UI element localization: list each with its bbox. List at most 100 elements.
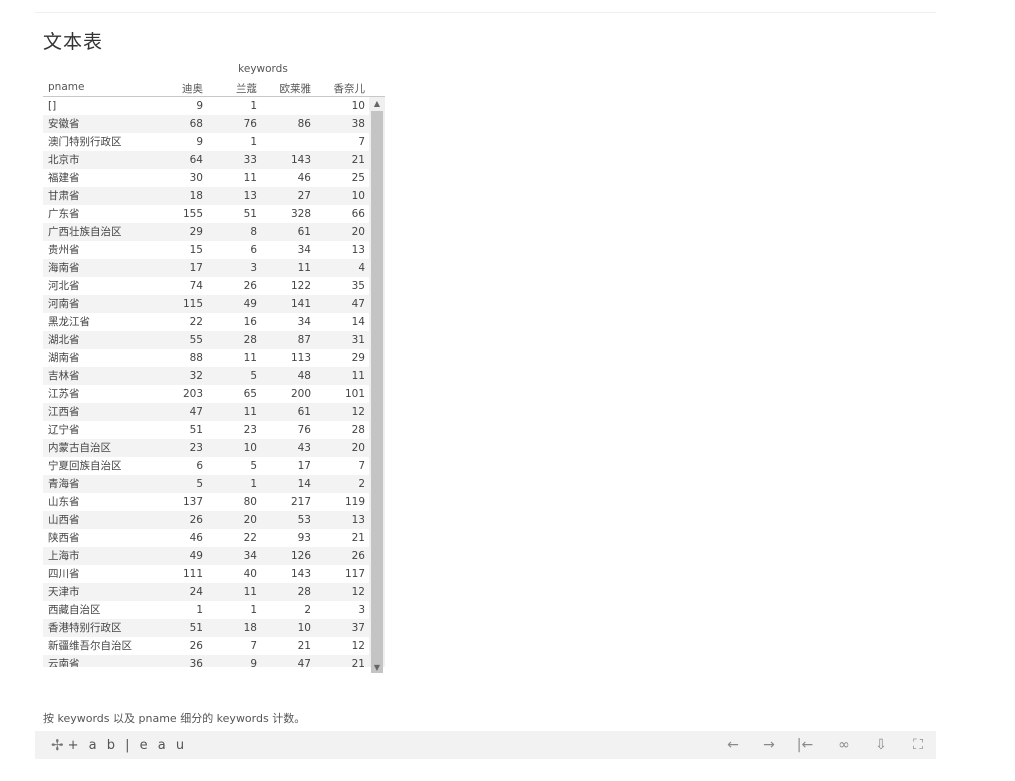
cell-dior: 47 bbox=[189, 406, 203, 418]
table-row[interactable]: 甘肃省 18 13 27 10 bbox=[43, 187, 369, 205]
table-row[interactable]: 福建省 30 11 46 25 bbox=[43, 169, 369, 187]
cell-lancome: 7 bbox=[250, 640, 257, 652]
table-row[interactable]: 青海省 5 1 14 2 bbox=[43, 475, 369, 493]
cell-dior: 29 bbox=[189, 226, 203, 238]
table-row[interactable]: 安徽省 68 76 86 38 bbox=[43, 115, 369, 133]
cell-dior: 115 bbox=[182, 298, 203, 310]
cell-loreal: 17 bbox=[297, 460, 311, 472]
cell-loreal: 93 bbox=[297, 532, 311, 544]
cell-loreal: 200 bbox=[290, 388, 311, 400]
cell-loreal: 87 bbox=[297, 334, 311, 346]
table-row[interactable]: 内蒙古自治区 23 10 43 20 bbox=[43, 439, 369, 457]
cell-pname: 北京市 bbox=[48, 154, 80, 166]
table-row[interactable]: 湖南省 88 11 113 29 bbox=[43, 349, 369, 367]
cell-chanel: 20 bbox=[351, 226, 365, 238]
table-row[interactable]: 山东省 137 80 217 119 bbox=[43, 493, 369, 511]
share-icon[interactable]: ∞ bbox=[832, 735, 856, 755]
cell-chanel: 12 bbox=[351, 586, 365, 598]
cell-dior: 203 bbox=[182, 388, 203, 400]
table-row[interactable]: 江苏省 203 65 200 101 bbox=[43, 385, 369, 403]
table-row[interactable]: 黑龙江省 22 16 34 14 bbox=[43, 313, 369, 331]
table-row[interactable]: 四川省 111 40 143 117 bbox=[43, 565, 369, 583]
cell-pname: 湖南省 bbox=[48, 352, 80, 364]
scroll-down-icon[interactable]: ▼ bbox=[369, 661, 385, 675]
table-row[interactable]: 香港特别行政区 51 18 10 37 bbox=[43, 619, 369, 637]
scrollbar-thumb[interactable] bbox=[371, 111, 383, 673]
cell-dior: 32 bbox=[189, 370, 203, 382]
cell-loreal: 76 bbox=[297, 424, 311, 436]
table-row[interactable]: 澳门特别行政区 9 1 7 bbox=[43, 133, 369, 151]
cell-loreal: 10 bbox=[297, 622, 311, 634]
table-body[interactable]: [] 9 1 10 安徽省 68 76 86 38 澳门特别行政区 9 1 7 北京市 64 33 143 21 福… bbox=[43, 97, 369, 667]
cell-lancome: 28 bbox=[243, 334, 257, 346]
cell-chanel: 29 bbox=[351, 352, 365, 364]
cell-lancome: 33 bbox=[243, 154, 257, 166]
cell-lancome: 23 bbox=[243, 424, 257, 436]
cell-lancome: 13 bbox=[243, 190, 257, 202]
cell-lancome: 11 bbox=[243, 586, 257, 598]
cell-pname: 江西省 bbox=[48, 406, 80, 418]
table-row[interactable]: 湖北省 55 28 87 31 bbox=[43, 331, 369, 349]
cell-loreal: 61 bbox=[297, 406, 311, 418]
table-row[interactable]: 山西省 26 20 53 13 bbox=[43, 511, 369, 529]
cell-dior: 23 bbox=[189, 442, 203, 454]
cell-dior: 5 bbox=[196, 478, 203, 490]
cell-chanel: 38 bbox=[351, 118, 365, 130]
table-row[interactable]: 辽宁省 51 23 76 28 bbox=[43, 421, 369, 439]
cell-loreal: 113 bbox=[290, 352, 311, 364]
table-row[interactable]: 河北省 74 26 122 35 bbox=[43, 277, 369, 295]
table-row[interactable]: 西藏自治区 1 1 2 3 bbox=[43, 601, 369, 619]
cell-loreal: 53 bbox=[297, 514, 311, 526]
table-row[interactable]: 陕西省 46 22 93 21 bbox=[43, 529, 369, 547]
viz-title: 文本表 bbox=[43, 31, 104, 53]
table-row[interactable]: 吉林省 32 5 48 11 bbox=[43, 367, 369, 385]
fullscreen-icon[interactable]: ⛶ bbox=[906, 735, 930, 755]
cell-chanel: 31 bbox=[351, 334, 365, 346]
cell-dior: 111 bbox=[182, 568, 203, 580]
cell-lancome: 20 bbox=[243, 514, 257, 526]
cell-dior: 15 bbox=[189, 244, 203, 256]
tableau-logo[interactable]: ✢ + a b | e a u bbox=[51, 736, 187, 754]
cell-dior: 24 bbox=[189, 586, 203, 598]
scroll-up-icon[interactable]: ▲ bbox=[369, 97, 385, 111]
table-row[interactable]: 上海市 49 34 126 26 bbox=[43, 547, 369, 565]
table-row[interactable]: 广东省 155 51 328 66 bbox=[43, 205, 369, 223]
cell-lancome: 5 bbox=[250, 460, 257, 472]
cell-chanel: 2 bbox=[358, 478, 365, 490]
cell-pname: 云南省 bbox=[48, 658, 80, 667]
cell-chanel: 21 bbox=[351, 154, 365, 166]
cell-lancome: 10 bbox=[243, 442, 257, 454]
table-row[interactable]: 天津市 24 11 28 12 bbox=[43, 583, 369, 601]
cell-pname: [] bbox=[48, 100, 57, 112]
cell-chanel: 117 bbox=[344, 568, 365, 580]
cell-lancome: 1 bbox=[250, 136, 257, 148]
redo-icon[interactable]: → bbox=[757, 735, 781, 755]
cell-loreal: 43 bbox=[297, 442, 311, 454]
table-row[interactable]: [] 9 1 10 bbox=[43, 97, 369, 115]
cell-chanel: 47 bbox=[351, 298, 365, 310]
revert-icon[interactable]: |← bbox=[793, 735, 817, 755]
table-row[interactable]: 新疆维吾尔自治区 26 7 21 12 bbox=[43, 637, 369, 655]
table-row[interactable]: 云南省 36 9 47 21 bbox=[43, 655, 369, 667]
cell-dior: 137 bbox=[182, 496, 203, 508]
cell-chanel: 66 bbox=[351, 208, 365, 220]
cell-loreal: 47 bbox=[297, 658, 311, 667]
table-row[interactable]: 宁夏回族自治区 6 5 17 7 bbox=[43, 457, 369, 475]
download-icon[interactable]: ⇩ bbox=[869, 735, 893, 755]
table-row[interactable]: 北京市 64 33 143 21 bbox=[43, 151, 369, 169]
table-row[interactable]: 广西壮族自治区 29 8 61 20 bbox=[43, 223, 369, 241]
cell-chanel: 10 bbox=[351, 100, 365, 112]
cell-pname: 海南省 bbox=[48, 262, 80, 274]
cell-pname: 陕西省 bbox=[48, 532, 80, 544]
cell-pname: 天津市 bbox=[48, 586, 80, 598]
table-row[interactable]: 海南省 17 3 11 4 bbox=[43, 259, 369, 277]
cell-dior: 51 bbox=[189, 424, 203, 436]
cell-pname: 河南省 bbox=[48, 298, 80, 310]
table-row[interactable]: 贵州省 15 6 34 13 bbox=[43, 241, 369, 259]
tableau-logo-icon: ✢ bbox=[51, 736, 64, 754]
undo-icon[interactable]: ← bbox=[721, 735, 745, 755]
vertical-scrollbar[interactable]: ▲ ▼ bbox=[369, 97, 385, 673]
cell-chanel: 12 bbox=[351, 640, 365, 652]
table-row[interactable]: 江西省 47 11 61 12 bbox=[43, 403, 369, 421]
table-row[interactable]: 河南省 115 49 141 47 bbox=[43, 295, 369, 313]
